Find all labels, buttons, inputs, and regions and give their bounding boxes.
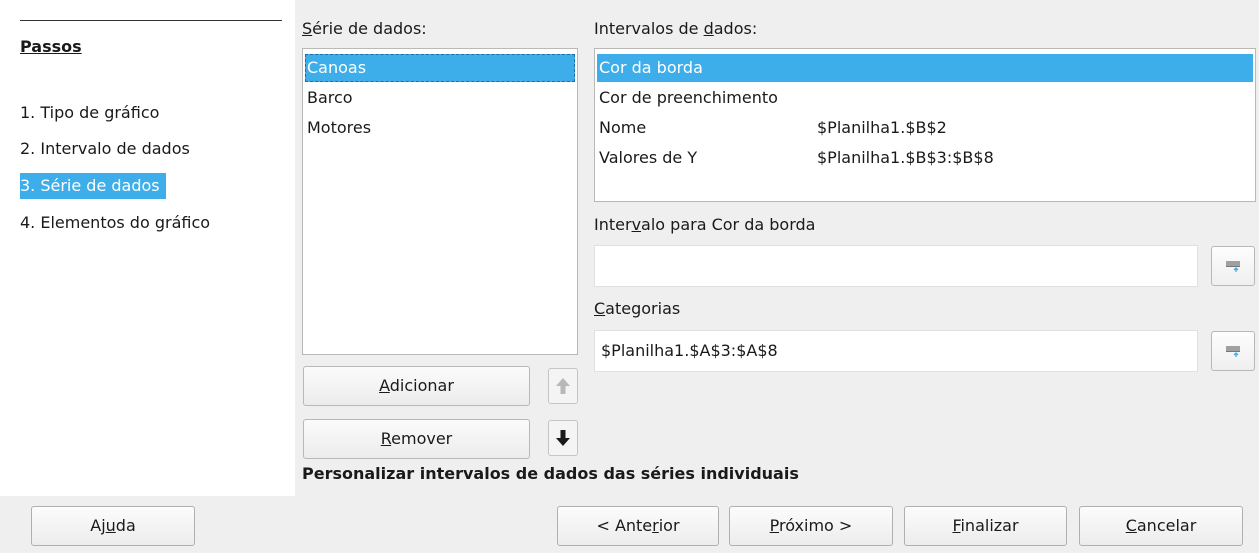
data-ranges-list[interactable]: Cor da borda Cor de preenchimento Nome $… (594, 48, 1256, 202)
select-range-button[interactable] (1211, 246, 1255, 286)
step-data-range[interactable]: 2. Intervalo de dados (20, 136, 196, 162)
categories-label: Categorias (594, 299, 681, 318)
range-row-fill-color[interactable]: Cor de preenchimento (597, 84, 1253, 112)
series-label: Série de dados: (302, 19, 427, 38)
shrink-dialog-icon (1226, 346, 1240, 357)
cancel-button[interactable]: Cancelar (1079, 506, 1243, 546)
range-row-border-color[interactable]: Cor da borda (597, 54, 1253, 82)
remove-series-button[interactable]: Remover (303, 419, 530, 459)
help-button[interactable]: Ajuda (31, 506, 195, 546)
arrow-down-icon (556, 430, 570, 446)
range-row-label: Nome (599, 118, 647, 137)
steps-panel: Passos 1. Tipo de gráfico 2. Intervalo d… (0, 0, 295, 496)
next-button[interactable]: Próximo > (729, 506, 893, 546)
step-data-series[interactable]: 3. Série de dados (20, 173, 166, 199)
steps-title: Passos (20, 37, 82, 56)
series-item-motores[interactable]: Motores (305, 114, 575, 142)
hint-text: Personalizar intervalos de dados das sér… (302, 464, 799, 483)
steps-divider (20, 20, 282, 21)
range-row-name[interactable]: Nome $Planilha1.$B$2 (597, 114, 1253, 142)
move-down-button[interactable] (548, 420, 578, 456)
range-row-y-values[interactable]: Valores de Y $Planilha1.$B$3:$B$8 (597, 144, 1253, 172)
range-for-input[interactable] (594, 245, 1198, 287)
arrow-up-icon (556, 378, 570, 394)
data-ranges-label: Intervalos de dados: (594, 19, 758, 38)
range-row-label: Valores de Y (599, 148, 698, 167)
step-chart-type[interactable]: 1. Tipo de gráfico (20, 100, 165, 126)
finish-button[interactable]: Finalizar (904, 506, 1067, 546)
series-item-canoas[interactable]: Canoas (305, 54, 575, 82)
range-row-value: $Planilha1.$B$2 (817, 118, 947, 137)
step-chart-elements[interactable]: 4. Elementos do gráfico (20, 210, 216, 236)
select-categories-button[interactable] (1211, 331, 1255, 371)
range-for-label: Intervalo para Cor da borda (594, 215, 816, 234)
shrink-dialog-icon (1226, 261, 1240, 272)
series-list[interactable]: Canoas Barco Motores (302, 48, 578, 355)
categories-input[interactable]: $Planilha1.$A$3:$A$8 (594, 330, 1198, 372)
add-series-button[interactable]: Adicionar (303, 366, 530, 406)
back-button[interactable]: < Anterior (557, 506, 719, 546)
range-row-value: $Planilha1.$B$3:$B$8 (817, 148, 994, 167)
move-up-button[interactable] (548, 368, 578, 404)
series-item-barco[interactable]: Barco (305, 84, 575, 112)
